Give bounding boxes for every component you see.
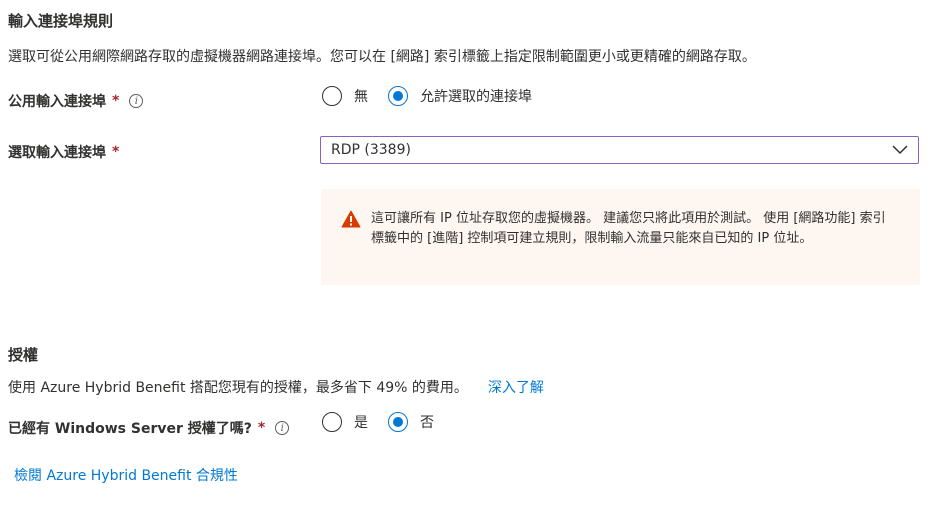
radio-none-label: 無 [354,89,368,105]
select-ports-label-row: 選取輸入連接埠 * [8,142,119,162]
required-mark: * [112,144,120,160]
radio-allow-selected-label: 允許選取的連接埠 [420,89,532,105]
radio-no[interactable]: 否 [388,412,434,432]
licensing-description-row: 使用 Azure Hybrid Benefit 搭配您現有的授權，最多省下 49… [8,377,544,397]
info-icon[interactable]: i [129,94,144,108]
radio-yes[interactable]: 是 [322,412,368,432]
required-mark: * [257,420,266,436]
licensing-description: 使用 Azure Hybrid Benefit 搭配您現有的授權，最多省下 49… [8,380,468,396]
section-title-licensing: 授權 [8,346,39,364]
windows-license-radio-group: 是 否 [322,412,454,432]
warning-text: 這可讓所有 IP 位址存取您的虛擬機器。 建議您只將此項用於測試。 使用 [網路… [371,211,886,246]
radio-no-circle[interactable] [388,412,408,432]
public-ports-label-row: 公用輸入連接埠 * i [8,91,144,111]
section-title-inbound-ports: 輸入連接埠規則 [8,12,114,30]
radio-yes-label: 是 [354,415,368,431]
inbound-ports-dropdown[interactable]: RDP (3389) [320,136,919,164]
radio-yes-circle[interactable] [322,412,342,432]
required-mark: * [112,93,120,109]
windows-license-label-row: 已經有 Windows Server 授權了嗎? * i [8,418,290,438]
windows-license-question: 已經有 Windows Server 授權了嗎? [8,421,252,437]
warning-message-bar: 這可讓所有 IP 位址存取您的虛擬機器。 建議您只將此項用於測試。 使用 [網路… [321,189,920,285]
learn-more-link[interactable]: 深入了解 [488,377,544,397]
info-icon[interactable]: i [275,421,290,435]
inbound-ports-description: 選取可從公用網際網路存取的虛擬機器網路連接埠。您可以在 [網路] 索引標籤上指定… [8,49,756,65]
radio-none-circle[interactable] [322,86,342,106]
warning-icon [341,210,361,228]
radio-none[interactable]: 無 [322,86,368,106]
select-ports-label: 選取輸入連接埠 [8,145,106,161]
radio-no-label: 否 [420,415,434,431]
chevron-down-icon [892,145,908,155]
dropdown-value: RDP (3389) [331,142,411,158]
public-ports-radio-group: 無 允許選取的連接埠 [322,86,552,106]
review-compliance-link[interactable]: 檢閱 Azure Hybrid Benefit 合規性 [14,465,238,485]
radio-allow-selected[interactable]: 允許選取的連接埠 [388,86,532,106]
public-ports-label: 公用輸入連接埠 [8,94,106,110]
radio-allow-selected-circle[interactable] [388,86,408,106]
